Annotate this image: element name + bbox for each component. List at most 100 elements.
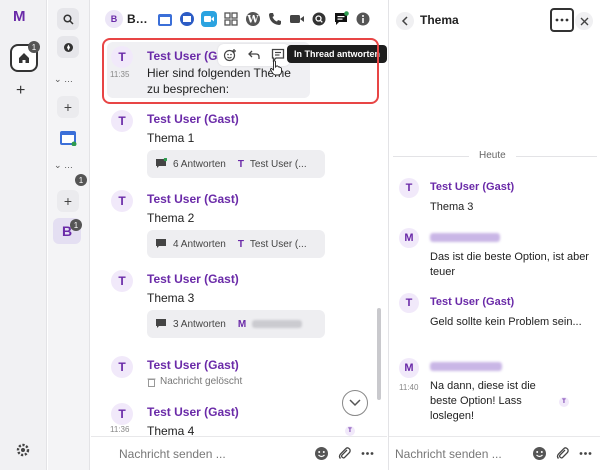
calendar-grid-icon[interactable]: [178, 10, 196, 28]
thread-more-button[interactable]: [550, 8, 574, 32]
thread-summary[interactable]: 6 Antworten T Test User (...: [147, 150, 325, 178]
scroll-to-bottom-button[interactable]: [342, 390, 368, 416]
reply-name: Test User (...: [249, 238, 307, 250]
reply-avatar: M: [237, 318, 247, 330]
message-time: 11:36: [110, 425, 130, 434]
emoji-icon[interactable]: [532, 446, 547, 461]
room-title[interactable]: B…: [127, 12, 148, 26]
avatar[interactable]: T: [111, 110, 133, 132]
close-button[interactable]: [575, 12, 593, 30]
phone-icon[interactable]: [266, 10, 284, 28]
message-time: 11:40: [399, 383, 419, 392]
reply-avatar: T: [237, 238, 244, 250]
explore-button[interactable]: [57, 36, 79, 58]
deleted-text: Nachricht gelöscht: [160, 376, 243, 387]
message-composer[interactable]: Nachricht senden ...: [91, 436, 387, 470]
add-space-button-1[interactable]: +: [57, 96, 79, 118]
message-body: Das ist die beste Option, ist aber teuer: [430, 251, 589, 278]
search-button[interactable]: [57, 8, 79, 30]
thread-summary[interactable]: 3 Antworten M: [147, 310, 325, 338]
message-sender[interactable]: Test User (Gast): [147, 272, 239, 286]
thread-panel: Thema Heute T Test User (Gast) Thema 3 M…: [388, 0, 600, 470]
home-icon: [19, 53, 29, 63]
chat-icon[interactable]: [332, 10, 350, 28]
group-label-1: …: [64, 74, 74, 84]
chat-main: B B… W T Test User (Gast) 11:35 Hier sin…: [91, 0, 388, 470]
group-badge: 1: [75, 174, 87, 186]
attachment-icon[interactable]: [337, 446, 352, 461]
group-toggle-1[interactable]: ⌄ …: [54, 74, 73, 85]
highlight-box: [102, 38, 379, 104]
message-body: Thema 2: [147, 211, 195, 225]
message-sender[interactable]: Test User (Gast): [147, 405, 239, 419]
message-sender[interactable]: Test User (Gast): [430, 181, 514, 193]
video-icon[interactable]: [200, 10, 218, 28]
emoji-icon[interactable]: [314, 446, 329, 461]
calendar-icon[interactable]: [156, 10, 174, 28]
thread-title: Thema: [420, 13, 459, 27]
avatar[interactable]: T: [111, 403, 133, 425]
message-sender[interactable]: Test User (Gast): [430, 296, 514, 308]
attachment-icon[interactable]: [555, 446, 570, 461]
close-icon: [580, 17, 588, 25]
message-sender[interactable]: Test User (Gast): [147, 192, 239, 206]
avatar[interactable]: T: [111, 270, 133, 292]
more-icon: [555, 18, 569, 22]
chevron-down-icon: [349, 399, 361, 407]
chat-toolbar: B B… W: [91, 0, 387, 38]
search-icon: [62, 13, 74, 25]
thread-icon: [156, 158, 167, 168]
add-space-button-2[interactable]: +: [57, 190, 79, 212]
space-badge: 1: [70, 219, 82, 231]
calendar-space-icon[interactable]: [59, 128, 77, 146]
thread-summary[interactable]: 4 Antworten T Test User (...: [147, 230, 325, 258]
avatar[interactable]: T: [111, 190, 133, 212]
reply-name: Test User (...: [249, 158, 307, 170]
message-body: Thema 1: [147, 131, 195, 145]
info-icon[interactable]: [354, 10, 372, 28]
home-badge: 1: [28, 41, 40, 53]
thread-composer[interactable]: Nachricht senden ...: [389, 436, 600, 470]
scrollbar[interactable]: [377, 308, 381, 400]
settings-button[interactable]: [15, 442, 31, 461]
group-label-2: …: [64, 160, 74, 170]
room-avatar[interactable]: B: [105, 10, 123, 28]
more-icon[interactable]: [578, 446, 593, 461]
add-workspace-button[interactable]: +: [16, 82, 25, 100]
message-body: Na dann, diese ist die beste Option! Las…: [430, 380, 536, 422]
avatar[interactable]: T: [399, 293, 419, 313]
sender-redacted: [430, 233, 500, 242]
back-button[interactable]: [396, 12, 414, 30]
message-body: Geld sollte kein Problem sein...: [430, 316, 582, 328]
sender-redacted: [430, 362, 502, 371]
more-icon[interactable]: [360, 446, 375, 461]
read-receipt: T: [345, 426, 355, 436]
reply-count: 6 Antworten: [173, 158, 226, 170]
thread-icon: [156, 239, 166, 248]
camera-icon[interactable]: [288, 10, 306, 28]
avatar[interactable]: T: [111, 356, 133, 378]
composer-placeholder[interactable]: Nachricht senden ...: [119, 447, 226, 461]
avatar[interactable]: M: [399, 358, 419, 378]
message-body: Thema 3: [147, 291, 195, 305]
reply-name-redacted: [252, 320, 303, 328]
message-sender[interactable]: Test User (Gast): [147, 112, 239, 126]
trash-icon: [147, 378, 156, 387]
date-divider-label: Heute: [469, 150, 516, 161]
avatar[interactable]: M: [399, 228, 419, 248]
reply-count: 4 Antworten: [173, 238, 226, 250]
reply-avatar: T: [237, 158, 244, 170]
deleted-notice: Nachricht gelöscht: [147, 376, 242, 387]
reply-count: 3 Antworten: [173, 318, 226, 330]
wordpress-icon[interactable]: W: [244, 10, 262, 28]
workspace-rail: M 1 +: [0, 0, 47, 470]
read-receipt: T: [559, 397, 569, 407]
group-toggle-2[interactable]: ⌄ …: [54, 160, 73, 171]
avatar[interactable]: T: [399, 178, 419, 198]
compass-icon: [63, 42, 73, 52]
app-logo[interactable]: M: [13, 8, 26, 25]
message-sender[interactable]: Test User (Gast): [147, 358, 239, 372]
search-icon[interactable]: [310, 10, 328, 28]
grid-icon[interactable]: [222, 10, 240, 28]
thread-composer-placeholder[interactable]: Nachricht senden ...: [395, 447, 502, 461]
